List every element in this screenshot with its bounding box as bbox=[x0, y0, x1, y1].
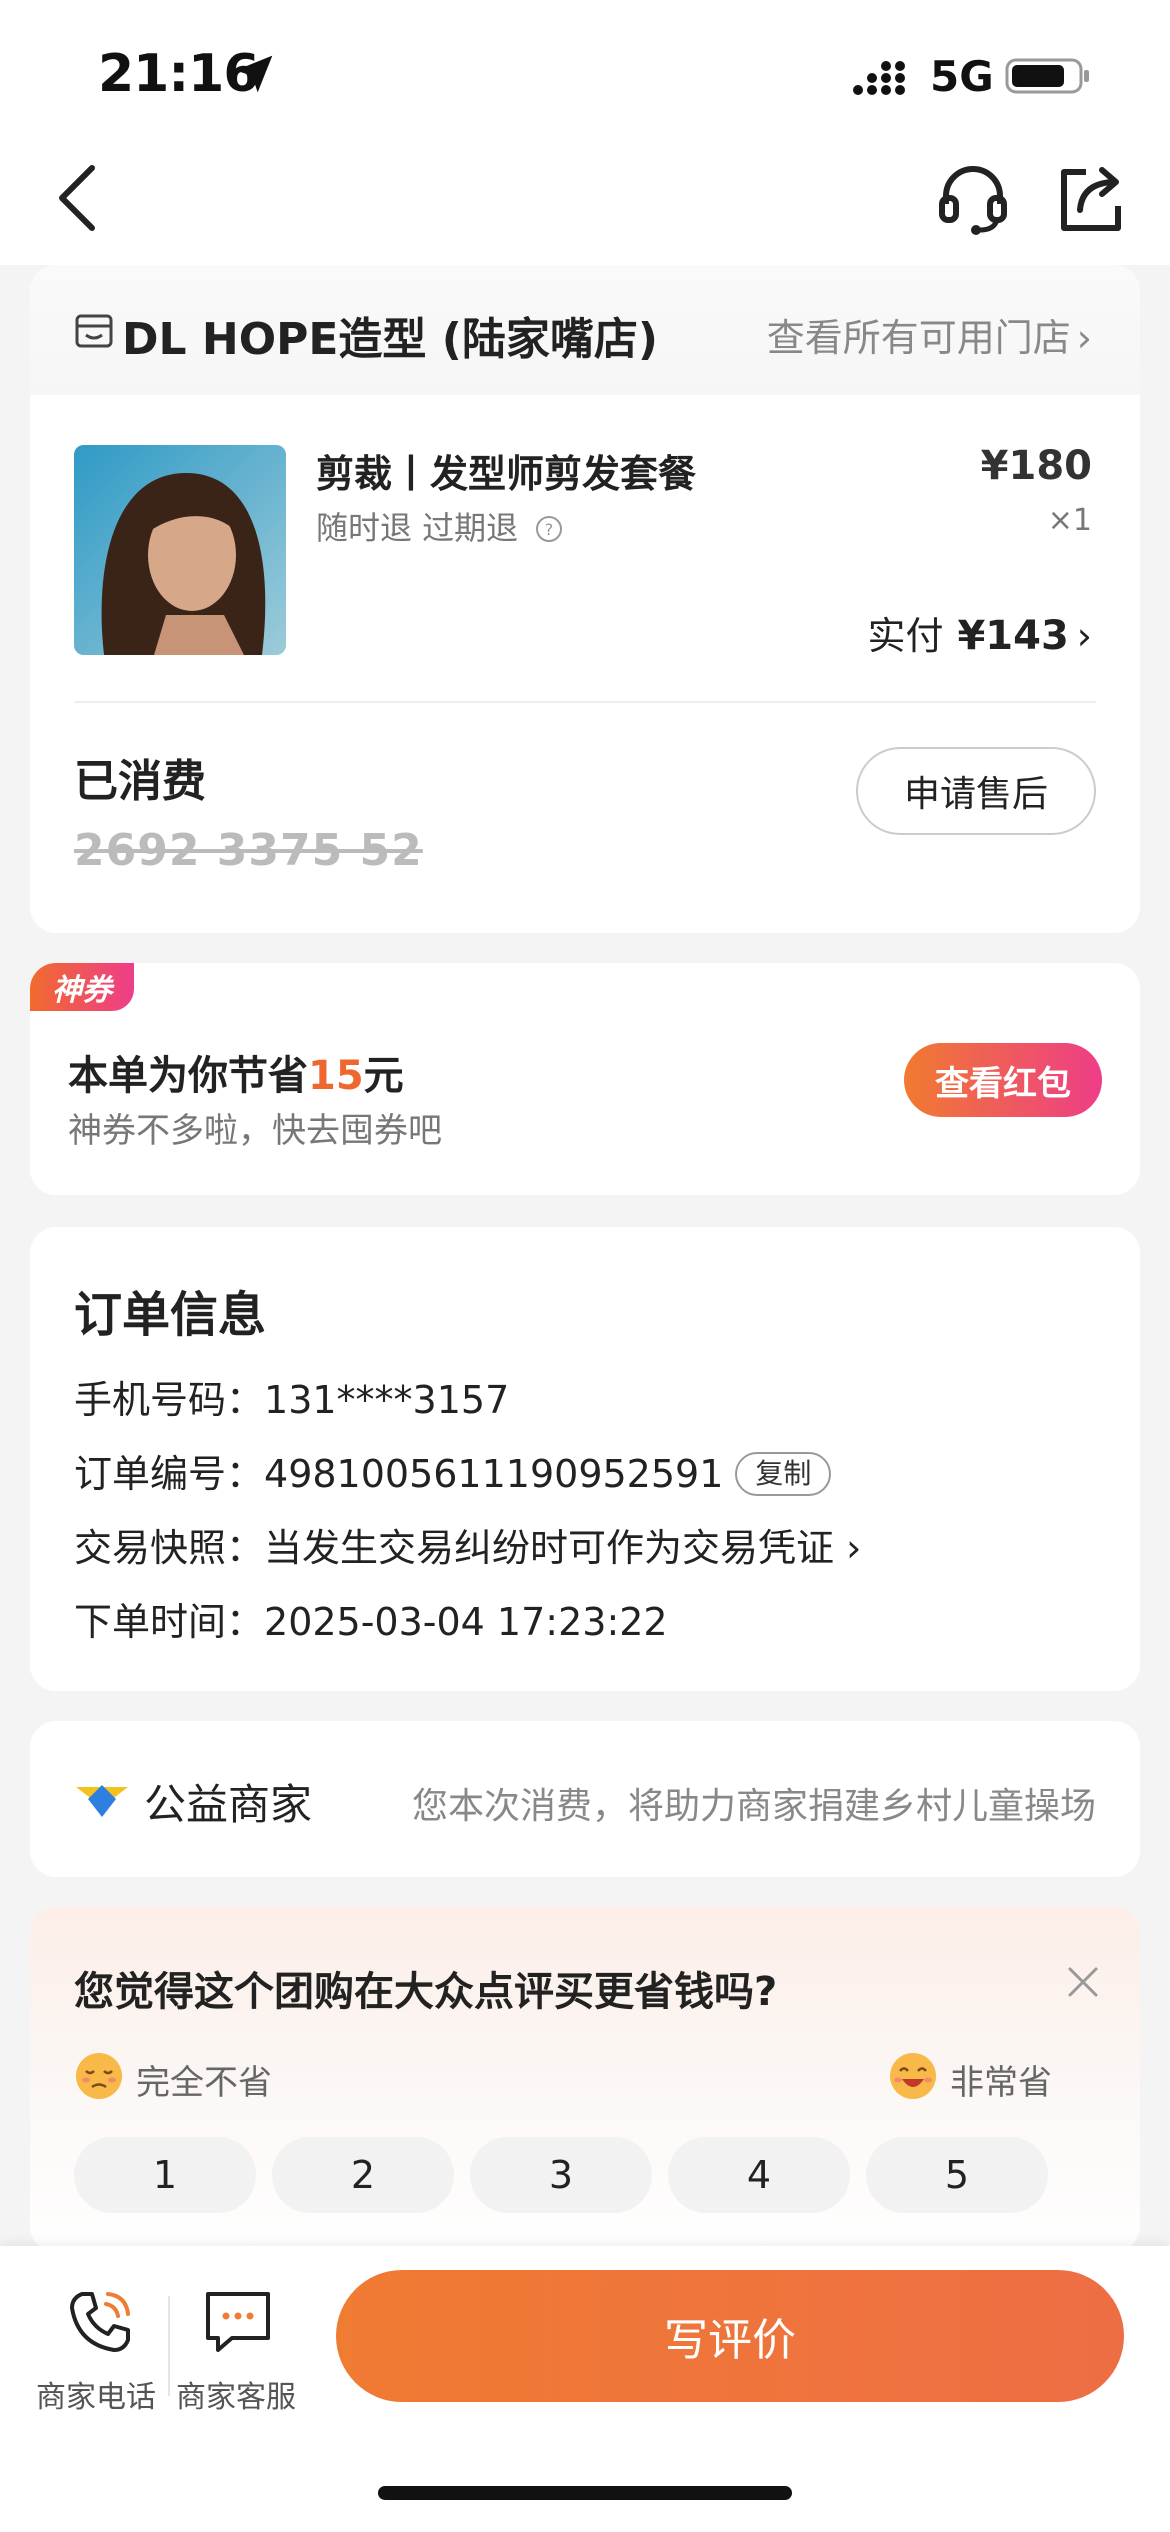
network-type: 5G bbox=[930, 52, 994, 101]
quantity: ×1 bbox=[1047, 503, 1092, 538]
order-info-title: 订单信息 bbox=[74, 1287, 267, 1343]
survey-question: 您觉得这个团购在大众点评买更省钱吗? bbox=[74, 1969, 778, 2015]
rating-low-label: 完全不省 bbox=[136, 2063, 272, 2103]
survey-card: 您觉得这个团购在大众点评买更省钱吗? 完全不省 非常省 1 2 3 4 5 bbox=[30, 1907, 1140, 2252]
sad-face-icon bbox=[76, 2053, 122, 2099]
refund-tags: 随时退 过期退 ? bbox=[316, 503, 564, 549]
paid-amount-row[interactable]: 实付 ¥143 › bbox=[867, 605, 1092, 660]
phone-value: 131****3157 bbox=[264, 1378, 510, 1422]
chevron-right-icon: › bbox=[834, 1526, 862, 1570]
savings-prefix: 本单为你节省 bbox=[68, 1053, 308, 1099]
merchant-service-label[interactable]: 商家客服 bbox=[176, 2372, 296, 2416]
savings-suffix: 元 bbox=[363, 1053, 404, 1099]
headset-icon[interactable] bbox=[936, 160, 1010, 236]
savings-text: 本单为你节省15元 bbox=[68, 1043, 404, 1101]
view-red-packet-button[interactable]: 查看红包 bbox=[904, 1043, 1102, 1117]
coupon-badge: 神券 bbox=[30, 963, 134, 1011]
order-number-label: 订单编号： bbox=[74, 1452, 265, 1496]
chevron-right-icon: › bbox=[1076, 614, 1092, 658]
charity-title: 公益商家 bbox=[144, 1780, 313, 1829]
phone-icon[interactable] bbox=[64, 2286, 136, 2358]
product-title[interactable]: 剪裁丨发型师剪发套餐 bbox=[316, 443, 696, 498]
rating-option-4[interactable]: 4 bbox=[668, 2137, 850, 2213]
rating-option-5[interactable]: 5 bbox=[866, 2137, 1048, 2213]
chat-icon[interactable] bbox=[202, 2286, 274, 2358]
signal-icon bbox=[853, 61, 905, 95]
store-order-card: DL HOPE造型 (陆家嘴店) 查看所有可用门店 › 剪裁丨发型师剪发套餐 随… bbox=[30, 265, 1140, 933]
rating-option-3[interactable]: 3 bbox=[470, 2137, 652, 2213]
store-name[interactable]: DL HOPE造型 (陆家嘴店) bbox=[122, 303, 658, 367]
coupon-card: 神券 本单为你节省15元 神券不多啦，快去囤券吧 查看红包 bbox=[30, 963, 1140, 1195]
order-detail-page: 21:16 5G DL HOPE造型 (陆家嘴店) 查看所有可用门店 › 剪裁丨… bbox=[0, 0, 1170, 2532]
paid-amount: ¥143 bbox=[957, 613, 1069, 659]
phone-row: 手机号码：131****3157 bbox=[74, 1369, 509, 1424]
write-review-button[interactable]: 写评价 bbox=[336, 2270, 1124, 2402]
location-arrow-icon bbox=[235, 55, 273, 93]
rating-option-1[interactable]: 1 bbox=[74, 2137, 256, 2213]
order-status: 已消费 bbox=[74, 756, 206, 807]
product-image[interactable] bbox=[74, 445, 286, 655]
coupon-subtitle: 神券不多啦，快去囤券吧 bbox=[68, 1111, 442, 1151]
order-time-value: 2025-03-04 17:23:22 bbox=[264, 1600, 668, 1644]
home-indicator bbox=[378, 2486, 792, 2500]
order-number-value: 4981005611190952591 bbox=[264, 1452, 724, 1496]
merchant-phone-label[interactable]: 商家电话 bbox=[36, 2372, 156, 2416]
happy-face-icon bbox=[890, 2053, 936, 2099]
charity-heart-icon bbox=[76, 1785, 128, 1817]
help-icon[interactable]: ? bbox=[534, 514, 564, 544]
close-icon[interactable] bbox=[1066, 1965, 1100, 1999]
order-time-row: 下单时间：2025-03-04 17:23:22 bbox=[74, 1591, 668, 1646]
status-bar: 21:16 5G bbox=[0, 0, 1170, 130]
voucher-code: 2692 3375 52 bbox=[74, 825, 423, 876]
savings-amount: 15 bbox=[308, 1053, 364, 1099]
phone-label: 手机号码： bbox=[74, 1378, 265, 1422]
charity-description: 您本次消费，将助力商家捐建乡村儿童操场 bbox=[411, 1786, 1096, 1827]
portrait-image bbox=[74, 445, 286, 655]
copy-button[interactable]: 复制 bbox=[735, 1452, 832, 1496]
battery-icon bbox=[1005, 58, 1089, 94]
aftersale-button[interactable]: 申请售后 bbox=[856, 747, 1096, 835]
snapshot-label: 交易快照： bbox=[74, 1526, 265, 1570]
all-stores-link[interactable]: 查看所有可用门店 › bbox=[767, 307, 1092, 362]
svg-text:?: ? bbox=[545, 520, 554, 539]
paid-label: 实付 bbox=[867, 614, 944, 658]
divider bbox=[168, 2296, 170, 2396]
order-info-card: 订单信息 手机号码：131****3157 订单编号：4981005611190… bbox=[30, 1227, 1140, 1691]
back-icon[interactable] bbox=[52, 162, 104, 234]
original-price: ¥180 bbox=[980, 443, 1092, 489]
rating-option-2[interactable]: 2 bbox=[272, 2137, 454, 2213]
order-number-row: 订单编号：4981005611190952591 复制 bbox=[74, 1443, 832, 1498]
chevron-right-icon: › bbox=[1076, 316, 1092, 360]
snapshot-value: 当发生交易纠纷时可作为交易凭证 bbox=[264, 1526, 835, 1570]
divider bbox=[74, 701, 1096, 703]
store-header[interactable]: DL HOPE造型 (陆家嘴店) 查看所有可用门店 › bbox=[30, 265, 1140, 395]
all-stores-label: 查看所有可用门店 bbox=[766, 316, 1071, 360]
snapshot-row[interactable]: 交易快照：当发生交易纠纷时可作为交易凭证 › bbox=[74, 1517, 861, 1572]
rating-high-label: 非常省 bbox=[950, 2063, 1052, 2103]
shop-icon bbox=[75, 314, 113, 348]
refund-tags-text: 随时退 过期退 bbox=[316, 509, 519, 547]
order-time-label: 下单时间： bbox=[74, 1600, 265, 1644]
share-icon[interactable] bbox=[1056, 160, 1124, 234]
charity-card[interactable]: 公益商家 您本次消费，将助力商家捐建乡村儿童操场 bbox=[30, 1721, 1140, 1877]
nav-bar bbox=[0, 130, 1170, 265]
